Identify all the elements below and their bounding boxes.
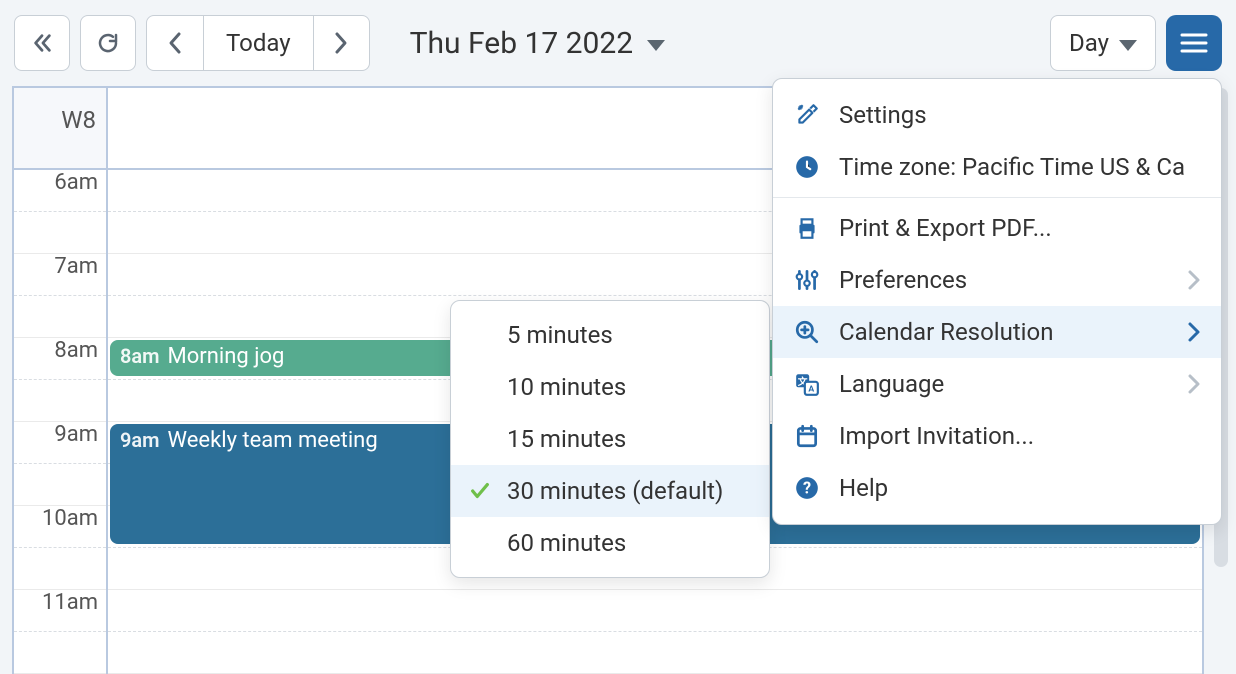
hour-row: 9am <box>14 422 106 506</box>
menu-item-label: Print & Export PDF... <box>839 214 1201 242</box>
menu-item-language[interactable]: 文A Language <box>773 358 1221 410</box>
chevron-down-icon <box>647 40 665 51</box>
hour-label: 10am <box>42 506 98 531</box>
today-button[interactable]: Today <box>203 16 313 70</box>
resolution-option[interactable]: 10 minutes <box>451 361 769 413</box>
menu-item-label: Import Invitation... <box>839 422 1201 450</box>
chevron-left-icon <box>167 31 183 55</box>
time-gutter: 6am 7am 8am 9am 10am 11am <box>14 170 108 674</box>
hour-label: 9am <box>54 422 98 447</box>
hour-label: 8am <box>54 338 98 363</box>
menu-item-label: Time zone: Pacific Time US & Ca <box>839 153 1201 181</box>
prev-button[interactable] <box>147 16 203 70</box>
resolution-option-label: 15 minutes <box>507 425 626 453</box>
hour-row <box>108 590 1202 674</box>
printer-icon <box>793 214 821 242</box>
menu-item-printer[interactable]: Print & Export PDF... <box>773 202 1221 254</box>
week-label: W8 <box>14 88 108 168</box>
refresh-icon <box>96 31 120 55</box>
menu-item-label: Settings <box>839 101 1201 129</box>
menu-item-tools[interactable]: Settings <box>773 89 1221 141</box>
hour-row: 6am <box>14 170 106 254</box>
event-title: Morning jog <box>168 344 285 369</box>
chevron-right-icon <box>1187 373 1201 395</box>
today-label: Today <box>226 29 291 57</box>
zoom-icon <box>793 318 821 346</box>
chevron-right-icon <box>1187 321 1201 343</box>
resolution-option[interactable]: 15 minutes <box>451 413 769 465</box>
collapse-button[interactable] <box>14 15 70 71</box>
toolbar: Today Thu Feb 17 2022 Day <box>0 0 1236 86</box>
view-selector[interactable]: Day <box>1050 15 1156 71</box>
main-menu-button[interactable] <box>1166 15 1222 71</box>
resolution-option-label: 60 minutes <box>507 529 626 557</box>
svg-text:?: ? <box>803 478 811 497</box>
hour-label: 7am <box>54 254 98 279</box>
hour-label: 6am <box>54 170 98 195</box>
language-icon: 文A <box>793 370 821 398</box>
resolution-option[interactable]: 5 minutes <box>451 309 769 361</box>
menu-item-label: Preferences <box>839 266 1169 294</box>
menu-item-label: Help <box>839 474 1201 502</box>
double-chevron-left-icon <box>31 32 53 54</box>
hamburger-icon <box>1180 32 1208 54</box>
menu-item-help[interactable]: ? Help <box>773 462 1221 514</box>
svg-text:A: A <box>808 385 814 395</box>
date-label: Thu Feb 17 2022 <box>410 26 633 61</box>
menu-item-import[interactable]: Import Invitation... <box>773 410 1221 462</box>
clock-icon <box>793 153 821 181</box>
nav-button-group: Today <box>146 15 370 71</box>
sliders-icon <box>793 266 821 294</box>
resolution-option[interactable]: 30 minutes (default) <box>451 465 769 517</box>
hour-row: 10am <box>14 506 106 590</box>
chevron-right-icon <box>333 31 349 55</box>
menu-item-zoom[interactable]: Calendar Resolution <box>773 306 1221 358</box>
hour-row: 11am <box>14 590 106 674</box>
event-time: 8am <box>120 344 160 368</box>
chevron-right-icon <box>1187 269 1201 291</box>
menu-item-clock[interactable]: Time zone: Pacific Time US & Ca <box>773 141 1221 193</box>
resolution-option-label: 10 minutes <box>507 373 626 401</box>
check-icon <box>469 480 491 502</box>
import-icon <box>793 422 821 450</box>
menu-item-label: Calendar Resolution <box>839 318 1169 346</box>
event-time: 9am <box>120 428 160 452</box>
resolution-option-label: 5 minutes <box>507 321 613 349</box>
resolution-submenu: 5 minutes 10 minutes 15 minutes 30 minutes … <box>450 300 770 578</box>
tools-icon <box>793 101 821 129</box>
next-button[interactable] <box>313 16 369 70</box>
menu-item-sliders[interactable]: Preferences <box>773 254 1221 306</box>
resolution-option[interactable]: 60 minutes <box>451 517 769 569</box>
menu-item-label: Language <box>839 370 1169 398</box>
main-menu: Settings Time zone: Pacific Time US & Ca P… <box>772 78 1222 525</box>
resolution-option-label: 30 minutes (default) <box>507 477 723 505</box>
view-label: Day <box>1069 29 1109 57</box>
event-title: Weekly team meeting <box>168 428 378 453</box>
hour-row: 8am <box>14 338 106 422</box>
chevron-down-icon <box>1119 40 1137 51</box>
refresh-button[interactable] <box>80 15 136 71</box>
date-picker[interactable]: Thu Feb 17 2022 <box>410 26 665 61</box>
hour-row: 7am <box>14 254 106 338</box>
menu-separator <box>773 197 1221 198</box>
help-icon: ? <box>793 474 821 502</box>
hour-label: 11am <box>42 590 98 615</box>
